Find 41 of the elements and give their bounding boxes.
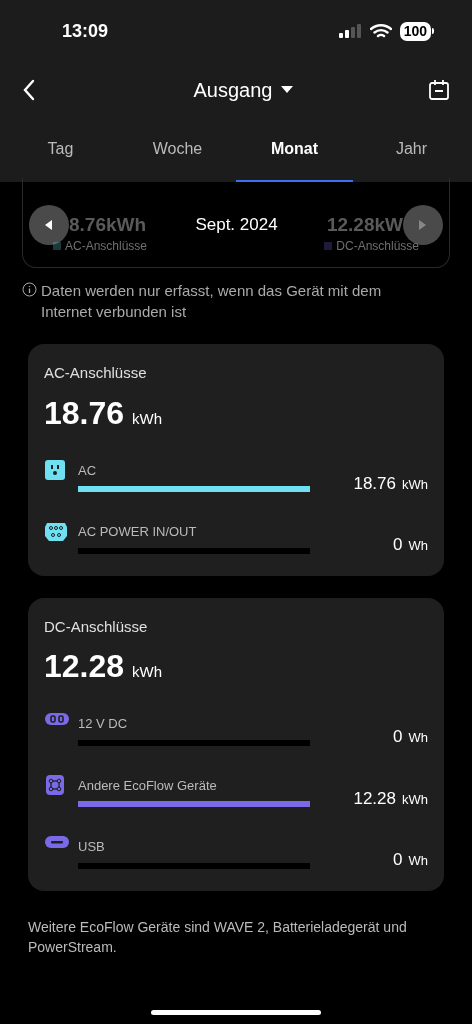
title-dropdown[interactable]: Ausgang — [193, 74, 295, 105]
port-label: USB — [78, 838, 106, 856]
total-unit: kWh — [132, 662, 163, 682]
port-value: 0 — [393, 534, 403, 556]
summary-value: 12.28kW — [326, 212, 403, 237]
port-unit: Wh — [408, 729, 428, 747]
wifi-icon — [369, 23, 392, 39]
port-value: 12.28 — [353, 787, 396, 810]
port-unit: kWh — [402, 790, 428, 809]
left-triangle-icon — [45, 220, 53, 230]
period-tab[interactable]: Tag — [2, 117, 119, 182]
port-unit: kWh — [402, 475, 428, 494]
port-label: 12 V DC — [78, 715, 129, 733]
card-title: AC-Anschlüsse — [44, 363, 148, 383]
signal-icon — [337, 23, 362, 39]
period-tab[interactable]: Woche — [119, 117, 236, 182]
period-tab[interactable]: Jahr — [353, 117, 470, 182]
port-unit: Wh — [408, 537, 428, 555]
port-label: Andere EcoFlow Geräte — [78, 776, 218, 795]
info-icon — [22, 282, 37, 297]
port-value: 0 — [393, 726, 403, 748]
port-value: 0 — [393, 849, 403, 871]
port-label: AC — [78, 461, 98, 480]
battery-indicator: 100 — [399, 21, 431, 41]
legend-label: AC-Anschlüsse — [53, 237, 148, 255]
status-time: 13:09 — [62, 19, 109, 43]
caret-icon — [280, 85, 295, 94]
summary-value: 8.76kWh — [69, 212, 147, 237]
footer-note: Weitere EcoFlow Geräte sind WAVE 2, Batterieladegerät und PowerStream. — [27, 917, 408, 957]
total-unit: kWh — [132, 408, 163, 429]
port-value: 18.76 — [353, 472, 396, 495]
right-triangle-icon — [419, 220, 427, 230]
port-unit: Wh — [408, 852, 428, 870]
info-text: Daten werden nur erfasst, wenn das Gerät mit dem Internet verbunden ist — [41, 281, 383, 322]
legend-label: DC-Anschlüsse — [324, 237, 419, 255]
card-title: DC-Anschlüsse — [44, 616, 149, 637]
total-value: 18.76 — [44, 393, 125, 433]
period-label: Sept. 2024 — [195, 214, 278, 237]
total-value: 12.28 — [44, 647, 125, 686]
period-tab[interactable]: Monat — [236, 117, 353, 182]
port-label: AC POWER IN/OUT — [78, 523, 198, 541]
